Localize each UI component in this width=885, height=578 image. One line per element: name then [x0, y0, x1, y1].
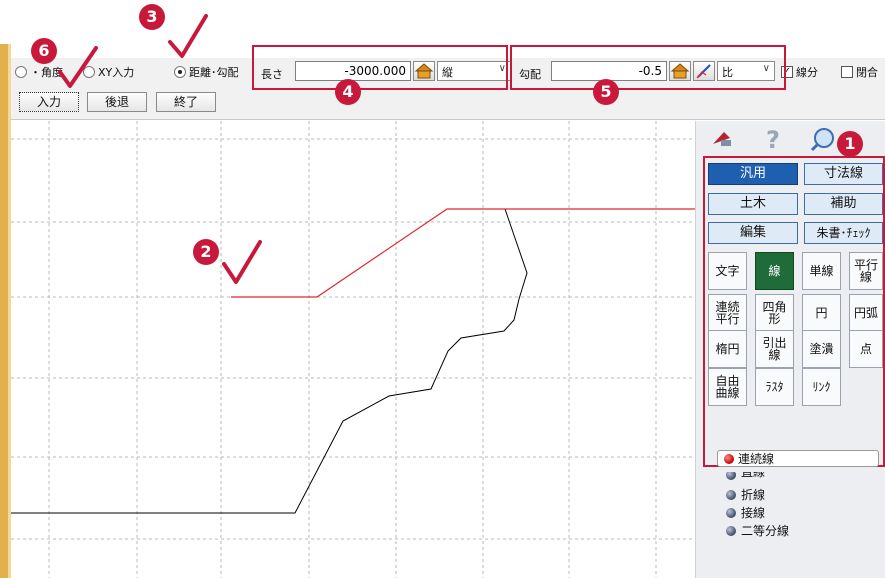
- checkmark-icon: [168, 14, 208, 58]
- step-badge-2: 2: [193, 239, 219, 265]
- checkmark-icon: [222, 240, 262, 284]
- checkmark-icon: [58, 46, 98, 88]
- step-badge-3: 3: [139, 4, 165, 30]
- step-badge-6: 6: [31, 38, 57, 64]
- app-window: ・角度 XY入力 距離･勾配 長さ 縦 ∨ 勾配 比 ∨: [0, 0, 885, 578]
- step-badge-4: 4: [335, 79, 361, 105]
- step-badge-1: 1: [837, 131, 863, 157]
- step-badge-5: 5: [593, 79, 619, 105]
- annotation-overlay: [58, 14, 262, 284]
